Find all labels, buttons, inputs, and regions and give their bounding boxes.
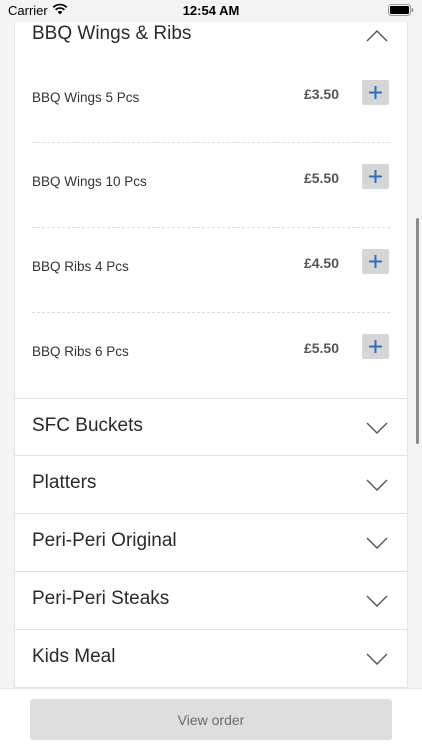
add-item-button[interactable] xyxy=(362,249,389,274)
plus-icon xyxy=(369,340,382,353)
item-name: BBQ Wings 10 Pcs xyxy=(32,174,147,189)
section-header-peri-peri-steaks[interactable]: Peri-Peri Steaks xyxy=(15,572,407,630)
menu-list[interactable]: BBQ Wings & Ribs BBQ Wings 5 Pcs £3.50 B… xyxy=(14,0,408,688)
plus-icon xyxy=(369,86,382,99)
section-title: Peri-Peri Original xyxy=(32,530,177,551)
add-item-button[interactable] xyxy=(362,80,389,105)
scrollbar[interactable] xyxy=(416,218,419,444)
menu-item: BBQ Ribs 6 Pcs £5.50 xyxy=(15,313,407,398)
chevron-down-icon[interactable] xyxy=(365,536,389,550)
section-header-sfc-buckets[interactable]: SFC Buckets xyxy=(15,398,407,456)
item-price: £5.50 xyxy=(303,170,339,186)
menu-item: BBQ Wings 10 Pcs £5.50 xyxy=(15,143,407,228)
section-title: Peri-Peri Steaks xyxy=(32,588,170,609)
plus-icon xyxy=(369,170,382,183)
section-header-kids-meal[interactable]: Kids Meal xyxy=(15,630,407,688)
section-title: BBQ Wings & Ribs xyxy=(32,23,192,44)
section-title: Platters xyxy=(32,472,97,493)
add-item-button[interactable] xyxy=(362,334,389,359)
chevron-up-icon[interactable] xyxy=(365,29,389,43)
add-item-button[interactable] xyxy=(362,164,389,189)
menu-item: BBQ Ribs 4 Pcs £4.50 xyxy=(15,228,407,313)
chevron-down-icon[interactable] xyxy=(365,478,389,492)
menu-item: BBQ Wings 5 Pcs £3.50 xyxy=(15,68,407,153)
bottom-bar: View order xyxy=(0,688,422,750)
section-title: Kids Meal xyxy=(32,646,116,667)
item-name: BBQ Ribs 6 Pcs xyxy=(32,344,129,359)
chevron-down-icon[interactable] xyxy=(365,421,389,435)
battery-icon xyxy=(388,4,414,16)
item-price: £5.50 xyxy=(303,340,339,356)
view-order-button[interactable]: View order xyxy=(30,699,392,740)
status-bar: Carrier 12:54 AM xyxy=(0,0,422,22)
plus-icon xyxy=(369,255,382,268)
item-price: £4.50 xyxy=(303,255,339,271)
clock: 12:54 AM xyxy=(182,3,240,18)
chevron-down-icon[interactable] xyxy=(365,652,389,666)
section-header-peri-peri-original[interactable]: Peri-Peri Original xyxy=(15,514,407,572)
item-name: BBQ Ribs 4 Pcs xyxy=(32,259,129,274)
chevron-down-icon[interactable] xyxy=(365,594,389,608)
item-price: £3.50 xyxy=(303,86,339,102)
item-name: BBQ Wings 5 Pcs xyxy=(32,90,140,105)
menu-screen: Carrier 12:54 AM BBQ Wings & Ribs BBQ Wi… xyxy=(0,0,422,750)
section-title: SFC Buckets xyxy=(32,415,143,436)
section-header-platters[interactable]: Platters xyxy=(15,456,407,514)
